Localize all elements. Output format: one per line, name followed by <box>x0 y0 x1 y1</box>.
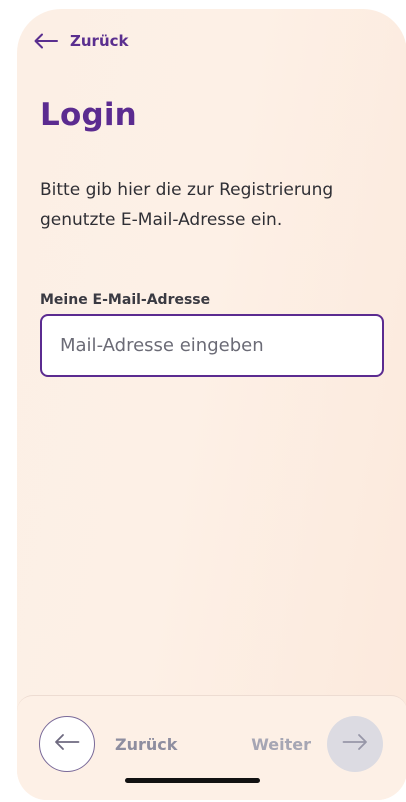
email-field-label: Meine E-Mail-Adresse <box>40 292 211 308</box>
footer-next-label: Weiter <box>251 734 311 754</box>
back-circle-button[interactable] <box>39 716 95 772</box>
arrow-right-icon <box>342 733 368 755</box>
intro-text: Bitte gib hier die zur Registrierung gen… <box>40 180 334 230</box>
footer-back-button[interactable]: Zurück <box>39 716 177 772</box>
page-title: Login <box>40 97 137 133</box>
header-back-label: Zurück <box>70 32 129 50</box>
arrow-left-icon <box>34 33 58 49</box>
email-field[interactable] <box>40 314 384 377</box>
home-indicator[interactable] <box>125 778 260 783</box>
arrow-left-icon <box>54 733 80 755</box>
next-circle-button[interactable] <box>327 716 383 772</box>
header-back-link[interactable]: Zurück <box>34 30 129 52</box>
footer-next-button[interactable]: Weiter <box>251 716 383 772</box>
footer-back-label: Zurück <box>115 734 178 754</box>
login-screen: Zurück Login Bitte gib hier die zur Regi… <box>17 9 406 800</box>
bottom-navigation: Zurück Weiter <box>17 695 406 800</box>
